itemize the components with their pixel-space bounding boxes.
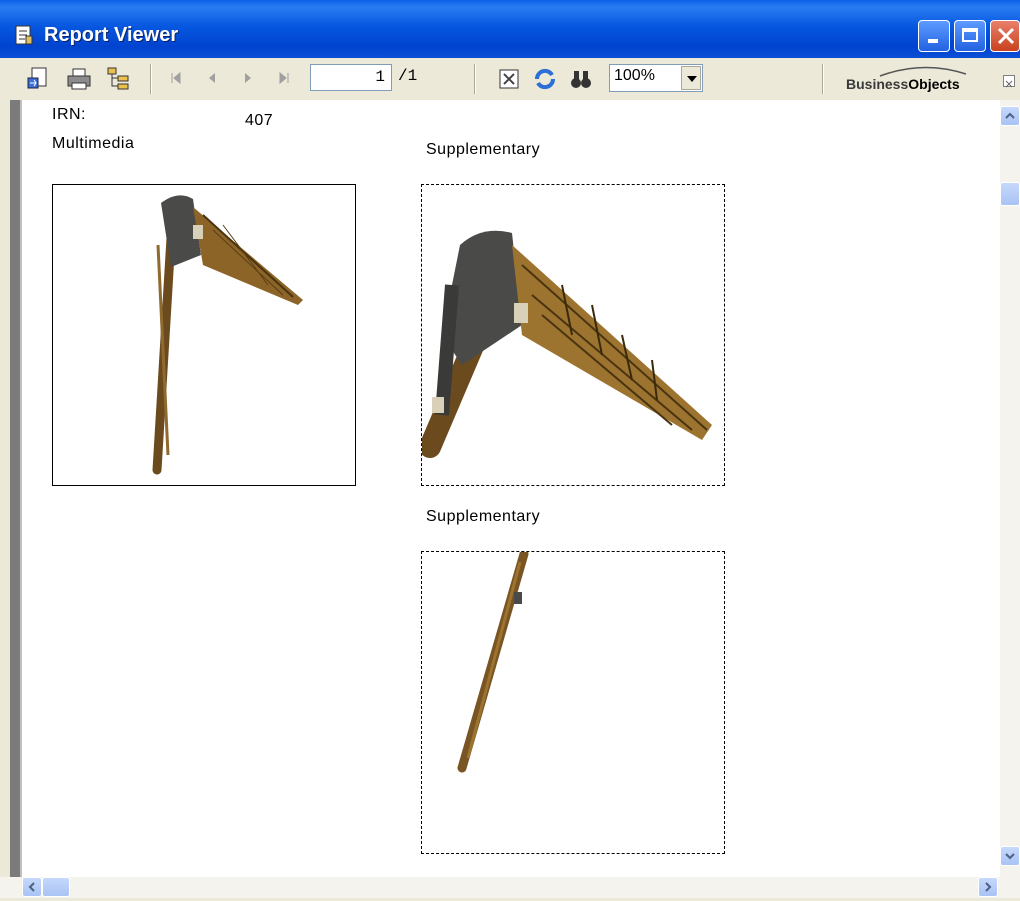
chevron-right-icon (985, 882, 992, 892)
irn-label: IRN: (52, 106, 86, 123)
page-total: /1 (398, 67, 418, 85)
multimedia-image (52, 184, 356, 486)
chevron-down-icon[interactable] (681, 66, 701, 90)
scroll-down-button[interactable] (1000, 846, 1020, 866)
close-button[interactable] (990, 20, 1020, 52)
title-bar: Report Viewer (0, 0, 1020, 58)
adze-tool-image (152, 195, 303, 475)
brand-suffix: Objects (908, 76, 960, 92)
search-icon[interactable] (568, 66, 594, 92)
first-page-icon[interactable] (168, 70, 184, 86)
vertical-scrollbar[interactable] (1000, 100, 1020, 877)
maximize-button[interactable] (954, 20, 986, 52)
window-title: Report Viewer (44, 24, 179, 46)
print-icon[interactable] (66, 66, 92, 92)
horizontal-scroll-thumb[interactable] (42, 877, 70, 897)
horizontal-scrollbar[interactable] (0, 877, 1020, 898)
window-border (0, 100, 10, 877)
scroll-up-button[interactable] (1000, 106, 1020, 126)
next-page-icon[interactable] (240, 70, 256, 86)
group-tree-icon[interactable] (106, 66, 132, 92)
vertical-scroll-thumb[interactable] (1000, 182, 1020, 206)
chevron-up-icon (1005, 112, 1015, 119)
last-page-icon[interactable] (276, 70, 292, 86)
close-pane-button[interactable] (1003, 75, 1015, 88)
irn-value: 407 (245, 112, 274, 129)
chevron-left-icon (28, 882, 35, 892)
close-icon (1005, 80, 1013, 88)
adze-handle-image (457, 549, 529, 773)
supplementary-label-2: Supplementary (426, 508, 541, 525)
export-icon[interactable] (26, 66, 52, 92)
scroll-right-button[interactable] (978, 877, 998, 897)
supplementary-image-1 (419, 184, 725, 486)
chevron-down-icon (1005, 853, 1015, 860)
report-icon (15, 25, 33, 45)
preview-left-edge (10, 100, 22, 877)
adze-head-closeup-image (419, 230, 712, 458)
zoom-select[interactable]: 100% (609, 64, 703, 92)
business-objects-logo: BusinessObjects (846, 76, 960, 92)
stop-icon[interactable] (496, 66, 522, 92)
multimedia-label: Multimedia (52, 135, 135, 152)
supplementary-image-2 (421, 549, 725, 854)
page-number-input[interactable]: 1 (310, 64, 392, 91)
brand-prefix: Business (846, 76, 909, 92)
refresh-icon[interactable] (532, 66, 558, 92)
zoom-value: 100% (614, 67, 655, 84)
toolbar-separator (822, 64, 824, 94)
supplementary-label-1: Supplementary (426, 141, 541, 158)
toolbar-separator (474, 64, 476, 94)
previous-page-icon[interactable] (204, 70, 220, 86)
toolbar-separator (150, 64, 152, 94)
scroll-left-button[interactable] (22, 877, 42, 897)
minimize-button[interactable] (918, 20, 950, 52)
close-icon (997, 27, 1015, 45)
